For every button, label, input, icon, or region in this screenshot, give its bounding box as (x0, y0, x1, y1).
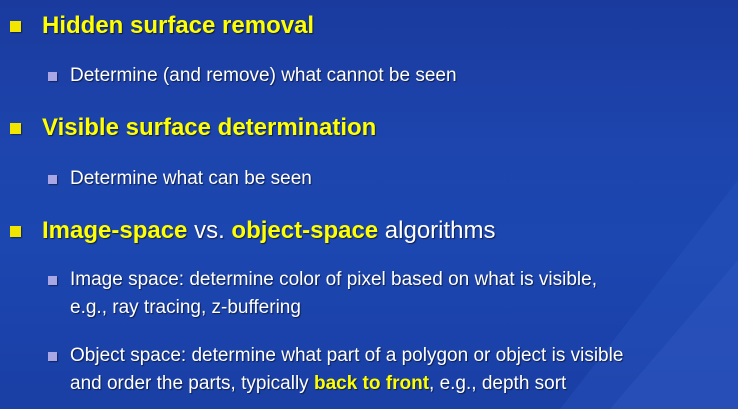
bullet-image-vs-object-space: Image-space vs. object-space algorithms (10, 216, 496, 246)
level2-bullet (48, 352, 57, 361)
sub-bullet-determine-seen: Determine what can be seen (48, 165, 312, 193)
image-space-line-2: e.g., ray tracing, z-buffering (70, 297, 301, 318)
object-space-line-2-start: and order the parts, typically (70, 373, 314, 394)
sub-bullet-image-space: Image space: determine color of pixel ba… (48, 266, 597, 322)
level1-bullet (10, 226, 21, 237)
object-space-line-2: and order the parts, typically back to f… (70, 370, 623, 398)
bullet-visible-surface-determination: Visible surface determination (10, 113, 376, 143)
level1-bullet (10, 123, 21, 134)
text-algorithms: algorithms (378, 217, 496, 244)
object-space-line-1: Object space: determine what part of a p… (70, 345, 624, 366)
level2-bullet (48, 276, 57, 285)
image-space-line-1: Image space: determine color of pixel ba… (70, 269, 597, 290)
term-image-space: Image-space (42, 217, 188, 244)
text-determine-seen: Determine what can be seen (70, 168, 312, 189)
term-object-space: object-space (231, 217, 379, 244)
level2-bullet (48, 175, 57, 184)
sub-bullet-object-space: Object space: determine what part of a p… (48, 342, 623, 398)
text-vs: vs. (187, 217, 232, 244)
term-back-to-front: back to front (313, 373, 430, 394)
heading-hidden-surface-removal: Hidden surface removal (42, 12, 315, 39)
object-space-line-2-end: , e.g., depth sort (429, 373, 567, 394)
slide: Hidden surface removal Determine (and re… (0, 0, 738, 409)
heading-visible-surface-determination: Visible surface determination (42, 114, 377, 141)
bullet-hidden-surface-removal: Hidden surface removal (10, 11, 314, 41)
text-determine-remove: Determine (and remove) what cannot be se… (70, 65, 457, 86)
heading-image-vs-object-space: Image-space vs. object-space algorithms (42, 216, 496, 246)
text-image-space-description: Image space: determine color of pixel ba… (70, 266, 597, 322)
text-object-space-description: Object space: determine what part of a p… (70, 342, 623, 398)
level1-bullet (10, 21, 21, 32)
sub-bullet-determine-remove: Determine (and remove) what cannot be se… (48, 62, 457, 90)
level2-bullet (48, 72, 57, 81)
